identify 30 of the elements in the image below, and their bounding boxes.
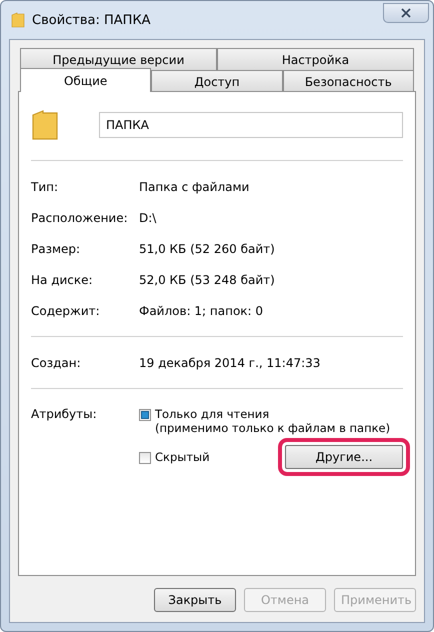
checkbox[interactable] <box>139 409 151 421</box>
tab[interactable]: Доступ <box>151 70 283 92</box>
property-value: Папка с файлами <box>139 180 250 194</box>
property-label: На диске: <box>31 272 94 286</box>
folder-icon <box>11 12 25 28</box>
checkbox-note: (применимо только к файлам в папке) <box>155 421 390 435</box>
property-value: D:\ <box>139 210 156 224</box>
tab[interactable]: Общие <box>20 68 152 92</box>
property-value: 51,0 КБ (52 260 байт) <box>139 242 275 256</box>
property-value: Файлов: 1; папок: 0 <box>139 304 264 318</box>
tab[interactable]: Предыдущие версии <box>20 48 217 70</box>
property-label: Расположение: <box>31 210 129 224</box>
property-value: 19 декабря 2014 г., 11:47:33 <box>139 356 320 370</box>
checkbox[interactable] <box>139 452 151 464</box>
property-value: 52,0 КБ (53 248 байт) <box>139 272 275 286</box>
checkbox-label: Только для чтения <box>155 407 270 421</box>
close-button[interactable] <box>383 3 429 23</box>
property-label: Создан: <box>31 356 82 370</box>
checkbox-label: Скрытый <box>155 450 210 464</box>
attributes-label: Атрибуты: <box>31 407 98 423</box>
property-label: Размер: <box>31 242 82 256</box>
close-icon <box>401 8 411 18</box>
property-label: Тип: <box>31 180 60 194</box>
folder-icon <box>31 108 59 142</box>
dialog-button[interactable]: Закрыть <box>154 588 236 612</box>
tab[interactable]: Настройка <box>217 48 414 70</box>
property-label: Содержит: <box>31 304 101 318</box>
window-title: Свойства: ПАПКА <box>32 12 151 28</box>
name-field[interactable]: ПАПКА <box>99 112 403 138</box>
tab[interactable]: Безопасность <box>282 70 414 92</box>
